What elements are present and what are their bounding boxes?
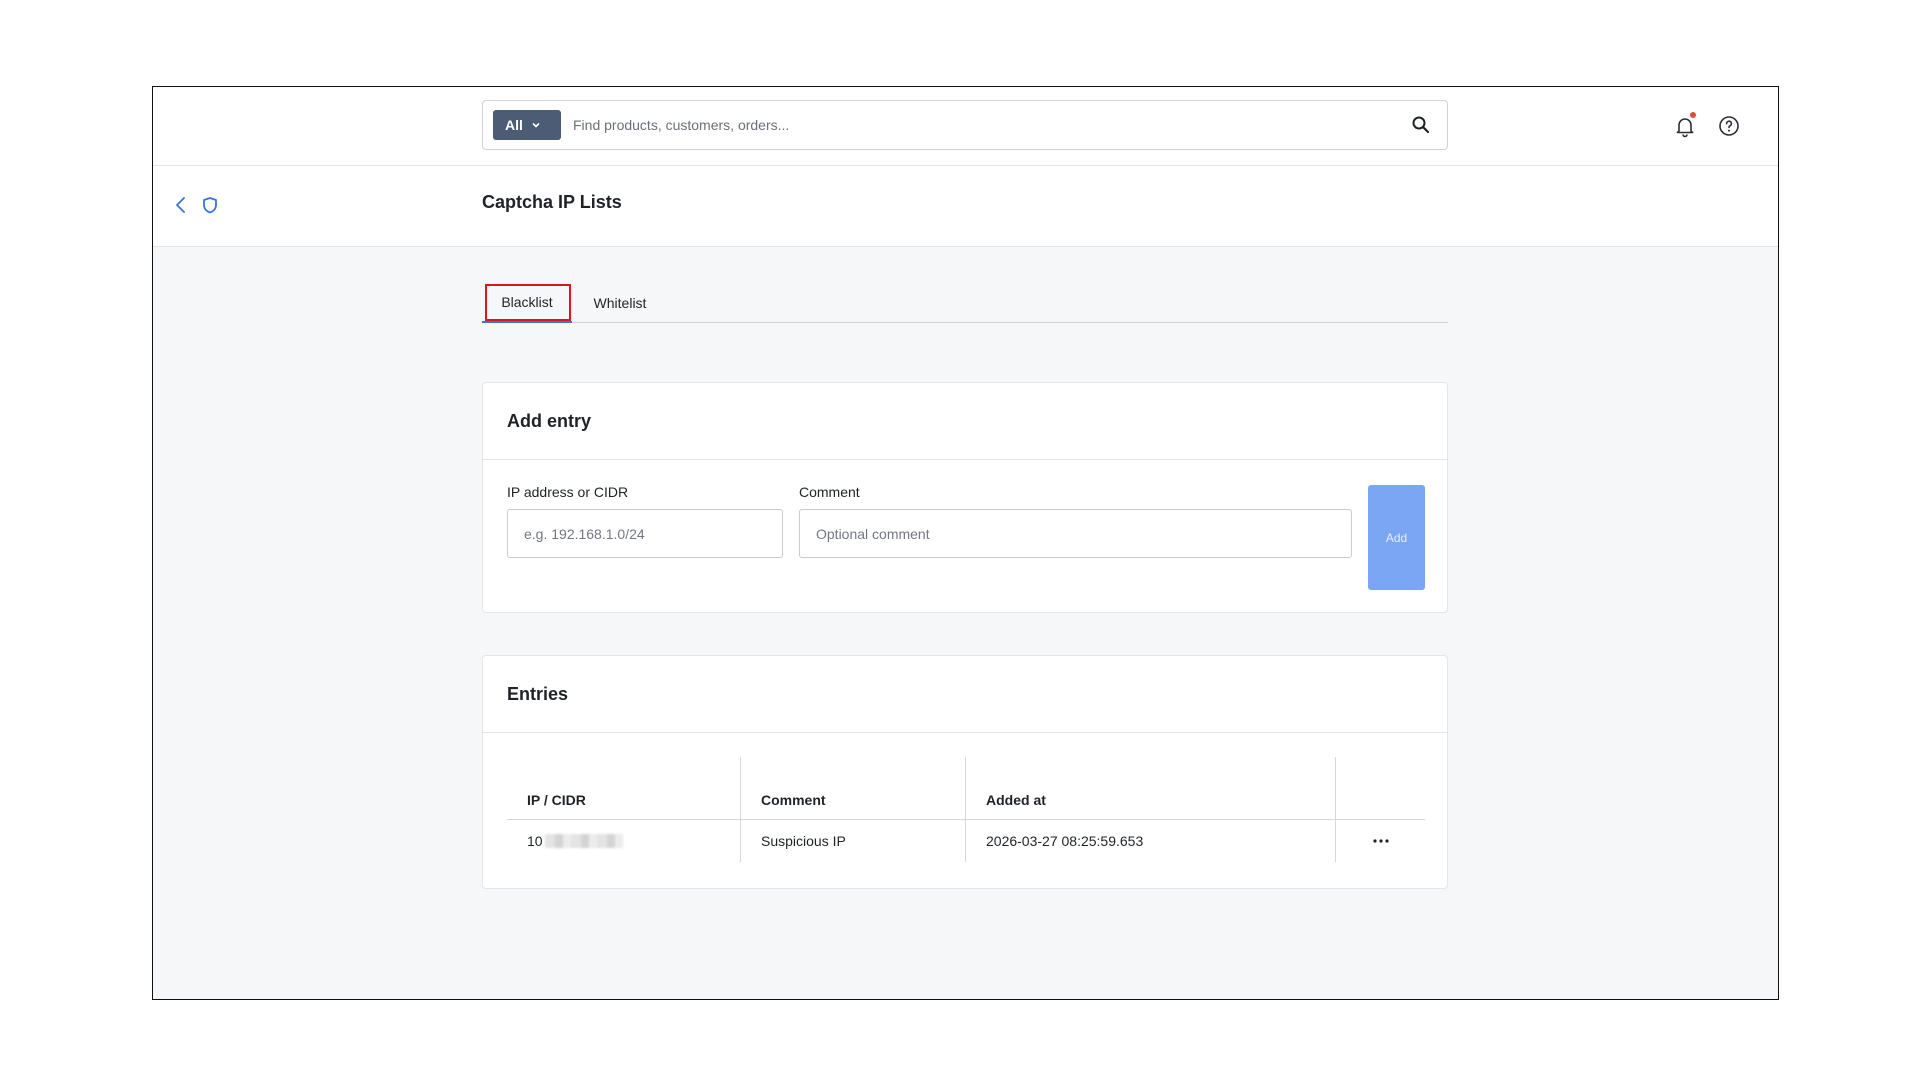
ip-field-label: IP address or CIDR: [507, 484, 629, 500]
search-scope-dropdown[interactable]: All: [493, 110, 561, 140]
global-search: All: [482, 100, 1448, 150]
help-button[interactable]: [1717, 114, 1741, 138]
chevron-down-icon: [532, 122, 540, 128]
column-header-added-at[interactable]: Added at: [966, 757, 1336, 819]
add-entry-card: Add entry IP address or CIDR Comment Add: [482, 382, 1448, 613]
help-icon: [1719, 116, 1739, 136]
search-icon[interactable]: [1411, 115, 1431, 135]
table-header-row: IP / CIDR Comment Added at: [507, 757, 1425, 820]
cell-ip: 10: [507, 820, 741, 862]
app-window: All Find products, customers, orders... …: [152, 86, 1779, 1000]
column-header-actions: [1336, 757, 1425, 819]
tab-whitelist[interactable]: Whitelist: [580, 283, 660, 323]
back-icon[interactable]: [171, 195, 191, 215]
more-options-icon[interactable]: [1372, 838, 1390, 844]
column-header-comment[interactable]: Comment: [741, 757, 966, 819]
cell-comment: Suspicious IP: [741, 820, 966, 862]
page-header: Captcha IP Lists: [153, 166, 1778, 247]
ip-address-input[interactable]: [507, 509, 783, 558]
comment-field-label: Comment: [799, 484, 860, 500]
comment-input[interactable]: [799, 509, 1352, 558]
cell-actions: [1336, 820, 1425, 862]
redacted-block: [544, 834, 623, 848]
column-header-ip[interactable]: IP / CIDR: [507, 757, 741, 819]
table-row: 10 Suspicious IP 2026-03-27 08:25:59.653: [507, 820, 1425, 862]
shield-icon: [203, 197, 217, 214]
entries-card: Entries IP / CIDR Comment Added at 10 Su…: [482, 655, 1448, 889]
notification-dot: [1690, 112, 1696, 118]
search-input[interactable]: [573, 111, 1373, 139]
entries-table: IP / CIDR Comment Added at 10 Suspicious…: [507, 757, 1425, 862]
entries-title: Entries: [483, 656, 1447, 733]
cell-added-at: 2026-03-27 08:25:59.653: [966, 820, 1336, 862]
ip-value: 10: [527, 833, 543, 849]
top-bar: All: [153, 87, 1778, 166]
page-title: Captcha IP Lists: [482, 192, 622, 212]
list-tabs: Blacklist Whitelist: [482, 283, 1448, 323]
tab-blacklist[interactable]: Blacklist: [482, 283, 572, 323]
tab-whitelist-label: Whitelist: [593, 295, 647, 311]
add-button[interactable]: Add: [1368, 485, 1425, 590]
focus-outline: [485, 284, 571, 321]
notifications-button[interactable]: [1673, 112, 1697, 138]
add-entry-title: Add entry: [483, 383, 1447, 460]
search-scope-label: All: [505, 117, 523, 133]
